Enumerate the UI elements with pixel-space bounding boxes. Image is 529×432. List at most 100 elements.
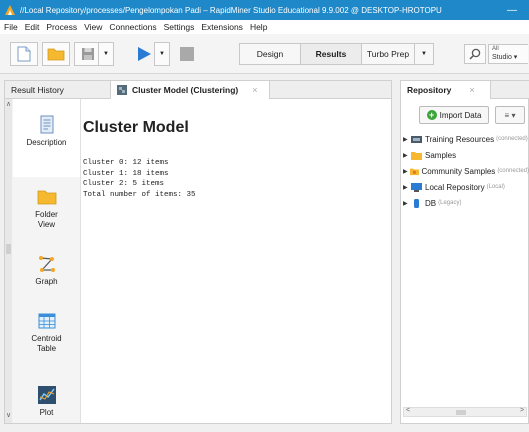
scroll-right-icon[interactable]: >: [520, 407, 524, 414]
tab-repository-label: Repository: [407, 85, 452, 95]
tab-result-history[interactable]: Result History: [5, 81, 110, 99]
repo-item-community-samples[interactable]: ▶ Community Samples (connected): [403, 165, 529, 177]
repo-item-db[interactable]: ▶ DB (Legacy): [403, 197, 529, 209]
menu-connections[interactable]: Connections: [109, 22, 156, 32]
expand-arrow-icon[interactable]: ▶: [403, 152, 411, 159]
search-scope-line1: All: [492, 46, 499, 52]
view-centroid-table-label: Centroid Table: [31, 334, 62, 353]
cluster-summary-line: Cluster 2: 5 items: [83, 180, 165, 188]
menu-extensions[interactable]: Extensions: [201, 22, 243, 32]
sidebar-scroll-thumb[interactable]: [6, 244, 11, 254]
graph-icon: [38, 256, 55, 272]
menu-edit[interactable]: Edit: [25, 22, 40, 32]
open-folder-icon: [47, 48, 65, 61]
search-scope-selector[interactable]: All Studio ▾: [488, 44, 528, 64]
training-icon: [411, 135, 422, 143]
repository-scroll-thumb[interactable]: [456, 410, 466, 415]
folder-icon: [37, 190, 56, 205]
chevron-down-icon: ▼: [421, 51, 427, 57]
plus-icon: +: [426, 110, 437, 120]
menu-file[interactable]: File: [4, 22, 18, 32]
sidebar-scrollbar[interactable]: ∧ ∨: [5, 99, 12, 423]
import-data-label: Import Data: [439, 110, 482, 120]
repo-item-local-repository[interactable]: ▶ Local Repository (Local): [403, 181, 529, 193]
view-plot[interactable]: Plot: [13, 385, 80, 418]
save-options-dropdown[interactable]: ▼: [98, 42, 114, 66]
minimize-button[interactable]: —: [495, 0, 529, 20]
new-process-button[interactable]: [10, 42, 38, 66]
view-selector-sidebar: ∧ ∨ Description Folder View Graph Centro…: [5, 99, 81, 423]
chevron-down-icon: ▼: [103, 51, 109, 57]
cluster-model-content: Cluster Model Cluster 0: 12 items Cluster…: [83, 101, 383, 401]
repository-horizontal-scrollbar[interactable]: < >: [403, 407, 527, 417]
plot-icon: [37, 386, 56, 404]
view-plot-label: Plot: [39, 408, 54, 417]
view-folder[interactable]: Folder View: [13, 187, 80, 230]
perspective-dropdown[interactable]: ▼: [414, 43, 434, 65]
global-search-button[interactable]: [464, 44, 486, 64]
scroll-down-icon[interactable]: ∨: [5, 411, 12, 419]
local-repo-icon: [411, 182, 422, 192]
scroll-up-icon[interactable]: ∧: [5, 100, 12, 108]
close-tab-icon[interactable]: ×: [252, 85, 257, 95]
scroll-left-icon[interactable]: <: [406, 407, 410, 414]
folder-icon: [411, 151, 422, 160]
results-view-tab[interactable]: Results: [300, 43, 362, 65]
results-panel: Result History Cluster Model (Clustering…: [4, 80, 392, 424]
run-options-dropdown[interactable]: ▼: [154, 42, 170, 66]
import-data-button[interactable]: + Import Data: [419, 106, 489, 124]
view-description[interactable]: Description: [13, 99, 80, 177]
community-icon: [409, 168, 419, 175]
results-panel-tabs: Result History Cluster Model (Clustering…: [5, 81, 391, 99]
rapidminer-app-icon: [5, 5, 15, 15]
repository-panel-tabs: Repository ×: [401, 81, 529, 99]
repo-item-note: (Legacy): [438, 200, 462, 206]
menu-process[interactable]: Process: [46, 22, 77, 32]
expand-arrow-icon[interactable]: ▶: [403, 136, 411, 143]
repo-item-training-resources[interactable]: ▶ Training Resources (connected): [403, 133, 529, 145]
description-document-icon: [40, 115, 53, 134]
play-icon: [138, 47, 151, 61]
repo-item-note: (connected): [497, 168, 529, 174]
repo-item-note: (connected): [496, 136, 528, 142]
view-folder-label: Folder View: [35, 210, 58, 229]
repo-item-label: DB: [425, 198, 437, 208]
repo-item-note: (Local): [486, 184, 505, 190]
menu-view[interactable]: View: [84, 22, 102, 32]
design-view-tab[interactable]: Design: [239, 43, 301, 65]
page-title: Cluster Model: [83, 119, 189, 136]
window-title: //Local Repository/processes/Pengelompok…: [20, 5, 442, 15]
cluster-summary-total: Total number of items: 35: [83, 190, 196, 199]
close-tab-icon[interactable]: ×: [469, 85, 474, 95]
open-process-button[interactable]: [42, 42, 70, 66]
repository-panel: Repository × + Import Data ≡ ▾ ▶ Trainin…: [400, 80, 529, 424]
menu-help[interactable]: Help: [250, 22, 267, 32]
tab-cluster-model[interactable]: Cluster Model (Clustering) ×: [110, 81, 270, 99]
title-bar: //Local Repository/processes/Pengelompok…: [0, 0, 529, 20]
cluster-summary-line: Cluster 0: 12 items: [83, 159, 169, 167]
view-description-label: Description: [26, 138, 67, 147]
view-graph[interactable]: Graph: [13, 254, 80, 287]
menu-bar: File Edit Process View Connections Setti…: [0, 20, 529, 34]
repo-item-samples[interactable]: ▶ Samples: [403, 149, 529, 161]
stop-process-button[interactable]: [176, 42, 198, 66]
expand-arrow-icon[interactable]: ▶: [403, 184, 411, 191]
cluster-model-icon: [117, 85, 127, 95]
repo-item-label: Training Resources: [425, 134, 495, 144]
tab-result-history-label: Result History: [11, 85, 64, 95]
db-icon: [414, 198, 419, 208]
repo-item-label: Community Samples: [421, 166, 496, 176]
new-file-icon: [17, 46, 31, 62]
chevron-down-icon: ▼: [159, 51, 165, 57]
view-centroid-table[interactable]: Centroid Table: [13, 311, 80, 354]
expand-arrow-icon[interactable]: ▶: [403, 200, 411, 207]
repo-item-label: Local Repository: [425, 182, 485, 192]
menu-settings[interactable]: Settings: [164, 22, 195, 32]
turbo-prep-view-tab[interactable]: Turbo Prep: [361, 43, 415, 65]
repo-item-label: Samples: [425, 150, 457, 160]
tab-cluster-model-label: Cluster Model (Clustering): [132, 85, 239, 95]
cluster-summary: Cluster 0: 12 items Cluster 1: 18 items Cl…: [83, 158, 196, 200]
repository-menu-button[interactable]: ≡ ▾: [495, 106, 525, 124]
tab-repository[interactable]: Repository ×: [401, 81, 491, 99]
run-process-button[interactable]: [132, 42, 156, 66]
